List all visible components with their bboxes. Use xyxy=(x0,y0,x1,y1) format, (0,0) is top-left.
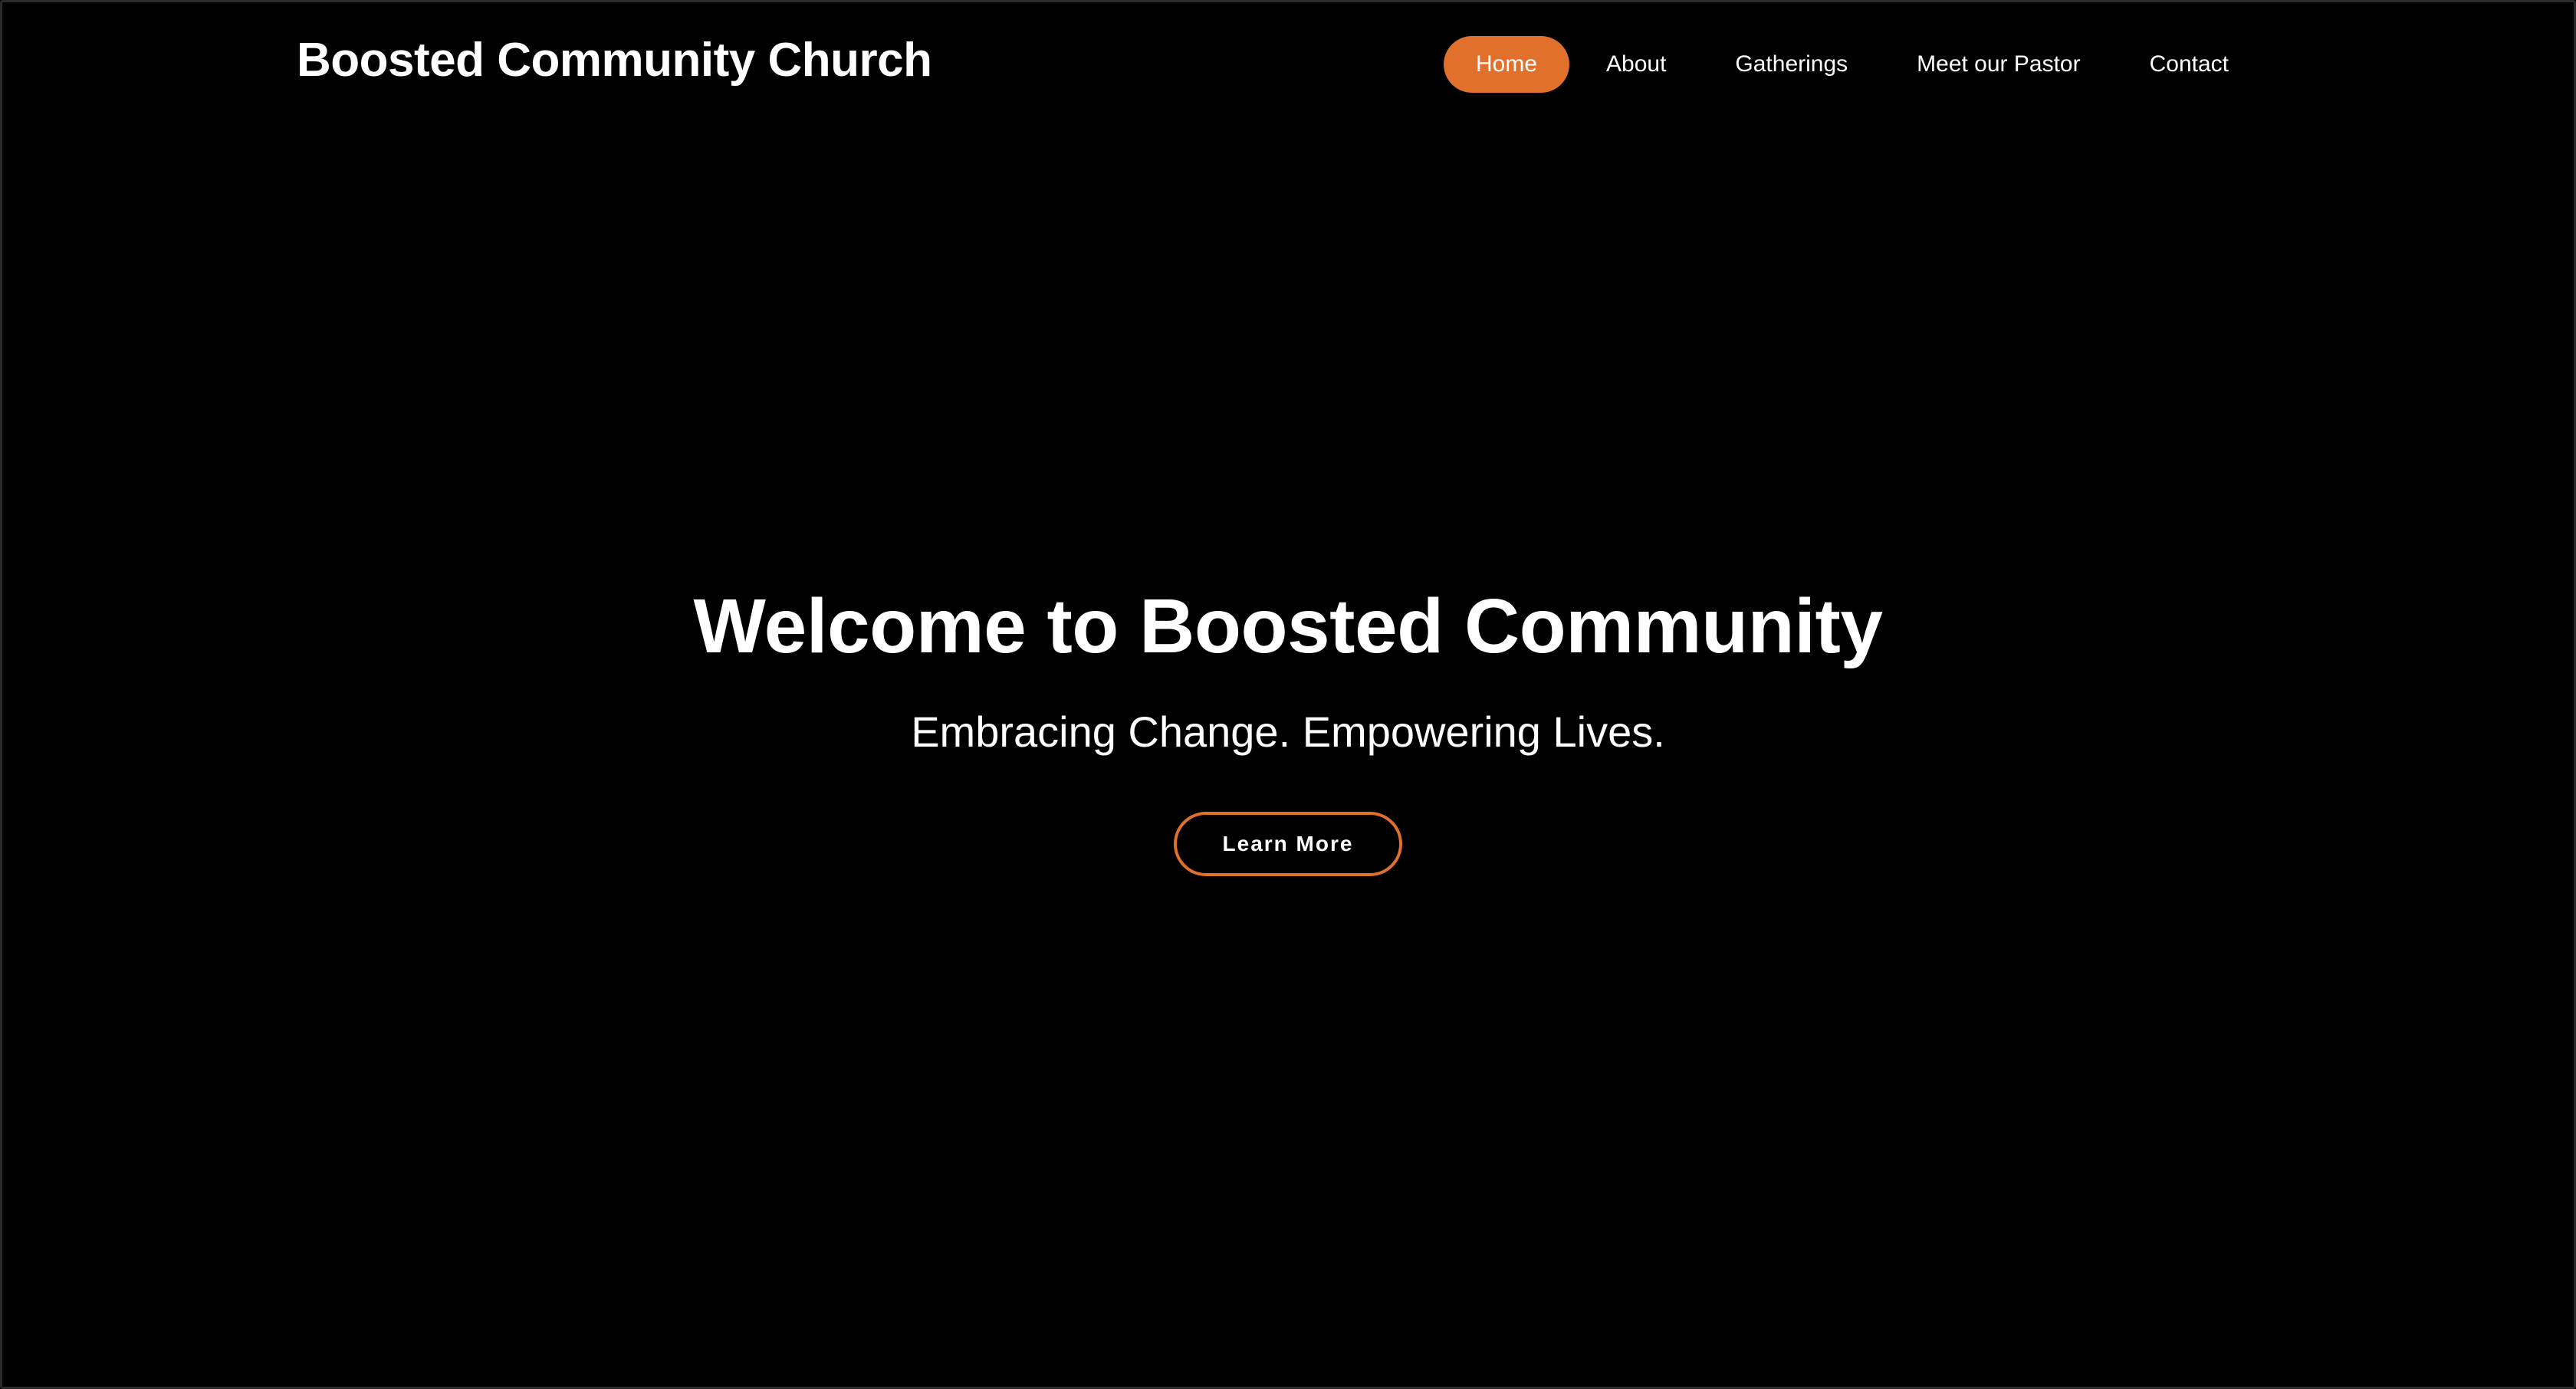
site-logo-text[interactable]: Boosted Community Church xyxy=(297,33,932,87)
nav-item-contact[interactable]: Contact xyxy=(2150,36,2229,93)
nav-item-about[interactable]: About xyxy=(1606,36,1666,93)
hero-title: Welcome to Boosted Community xyxy=(693,583,1883,669)
hero-subtitle: Embracing Change. Empowering Lives. xyxy=(911,708,1665,756)
cta-container: Learn More xyxy=(2,812,2574,876)
nav-item-gatherings[interactable]: Gatherings xyxy=(1735,36,1848,93)
hero-section: Welcome to Boosted Community Embracing C… xyxy=(2,570,2574,876)
site-header: Boosted Community Church Home About Gath… xyxy=(2,2,2574,133)
nav-item-meet-our-pastor[interactable]: Meet our Pastor xyxy=(1917,36,2080,93)
page-frame: Boosted Community Church Home About Gath… xyxy=(0,0,2576,1389)
nav-item-home[interactable]: Home xyxy=(1444,36,1569,93)
learn-more-button[interactable]: Learn More xyxy=(1174,812,1402,876)
main-nav: Home About Gatherings Meet our Pastor Co… xyxy=(1444,36,2229,93)
